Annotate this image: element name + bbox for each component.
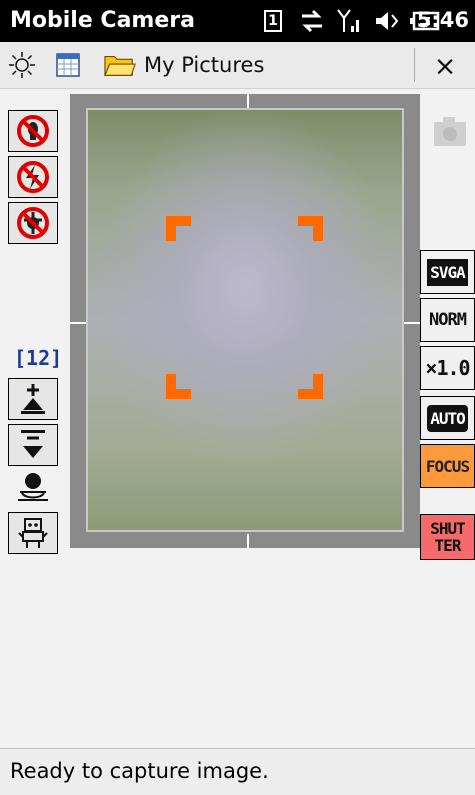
status-bar: Mobile Camera 1 5:46 — [0, 0, 475, 42]
robot-person-icon — [18, 518, 48, 548]
no-light-button[interactable] — [8, 110, 58, 152]
folder-icon[interactable] — [104, 49, 136, 81]
zoom-label: ×1.0 — [425, 356, 470, 380]
portrait-mode-button[interactable] — [8, 512, 58, 554]
scene-mode-button[interactable]: AUTO — [420, 396, 475, 440]
frame-tick-bottom — [247, 534, 249, 548]
focus-bracket-top-right — [298, 216, 323, 241]
focus-label: FOCUS — [425, 456, 470, 476]
scene-mode-label: AUTO — [427, 404, 468, 432]
quality-label: NORM — [429, 310, 467, 330]
focus-bracket-bottom-left — [166, 374, 191, 399]
plus-arrow-up-icon — [21, 384, 45, 414]
quality-button[interactable]: NORM — [420, 298, 475, 342]
camera-icon[interactable] — [428, 112, 472, 152]
no-flash-icon — [17, 161, 49, 193]
speaker-volume-icon — [372, 7, 402, 35]
shot-counter: [12] — [14, 346, 63, 370]
data-transfer-icon — [297, 7, 327, 35]
close-button[interactable]: × — [420, 48, 470, 84]
app-title: Mobile Camera — [10, 8, 195, 33]
status-message: Ready to capture image. — [10, 759, 269, 783]
frame-tick-right — [404, 322, 420, 324]
signal-strength-icon — [335, 7, 365, 35]
shutter-label-line1: SHUT — [430, 519, 466, 538]
focus-bracket-top-left — [166, 216, 191, 241]
resolution-label: SVGA — [427, 258, 468, 286]
sim-slot-icon: 1 — [262, 7, 284, 35]
zoom-button[interactable]: ×1.0 — [420, 346, 475, 390]
status-message-bar: Ready to capture image. — [0, 748, 475, 795]
exposure-down-button[interactable] — [8, 424, 58, 466]
focus-button[interactable]: FOCUS — [420, 444, 475, 488]
minus-arrow-down-icon — [21, 430, 45, 458]
no-light-icon — [17, 115, 49, 147]
resolution-button[interactable]: SVGA — [420, 250, 475, 294]
frame-tick-top — [247, 94, 249, 108]
exposure-up-button[interactable] — [8, 378, 58, 420]
command-bar: My Pictures × — [0, 42, 475, 89]
shutter-button[interactable]: SHUT TER — [420, 514, 475, 560]
focus-bracket-bottom-right — [298, 374, 323, 399]
calendar-grid-icon[interactable] — [52, 49, 84, 81]
no-macro-icon — [17, 207, 49, 239]
folder-label[interactable]: My Pictures — [144, 53, 264, 77]
brightness-sun-icon[interactable] — [6, 49, 38, 81]
shutter-label-line2: TER — [434, 536, 462, 555]
frame-tick-left — [70, 322, 86, 324]
menu-separator — [414, 48, 415, 82]
sim-slot-number: 1 — [264, 10, 282, 32]
self-portrait-icon — [16, 472, 50, 502]
no-flash-button[interactable] — [8, 156, 58, 198]
camera-preview[interactable] — [86, 108, 404, 532]
clock: 5:46 — [416, 8, 469, 32]
no-macro-button[interactable] — [8, 202, 58, 244]
